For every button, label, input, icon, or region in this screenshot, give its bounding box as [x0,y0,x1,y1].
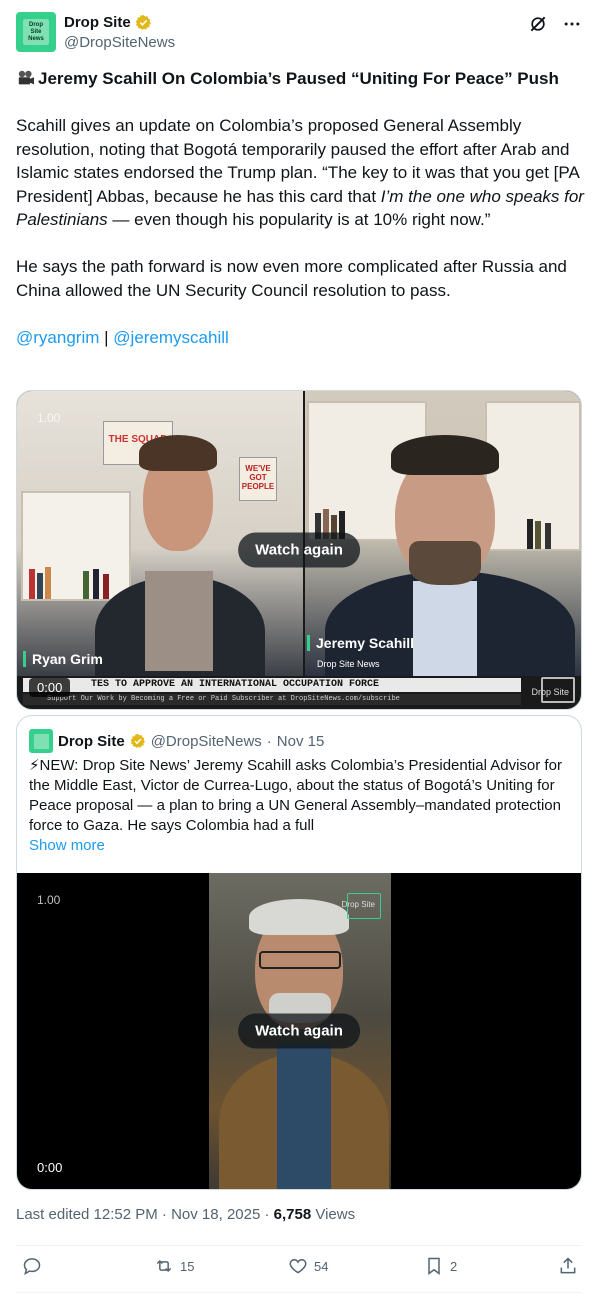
repost-button[interactable]: 15 [154,1256,194,1276]
mentions-line: @ryangrim | @jeremyscahill [16,326,586,350]
quoted-handle: @DropSiteNews [150,732,262,750]
views-count: 6,758 [273,1206,312,1223]
verified-badge-icon [135,14,151,30]
bookshelf-right-2 [485,401,581,551]
poster-weve-got-people: WE'VE GOT PEOPLE [239,457,277,501]
video-player-2[interactable]: Drop Site 1.00 Watch again 0:00 [17,873,581,1189]
post-header: Drop Site News Drop Site @DropSiteNews [16,12,582,56]
action-bar: 15 54 2 [16,1256,582,1282]
body-paragraph-1: Scahill gives an update on Colombia’s pr… [16,116,584,229]
mention-ryangrim[interactable]: @ryangrim [16,328,99,347]
reply-icon [23,1258,41,1276]
glasses [259,951,341,969]
video-player-1[interactable]: THE SQUAD WE'VE GOT PEOPLE Ryan Grim Jer… [16,390,582,710]
shirt [145,571,213,671]
video-2-time: 0:00 [29,1158,71,1177]
video-watermark: Drop Site [531,687,569,697]
post-body: Scahill gives an update on Colombia’s pr… [16,114,586,373]
body-paragraph-2: He says the path forward is now even mor… [16,257,567,300]
watch-again-button[interactable]: Watch again [238,532,360,568]
more-icon[interactable] [562,14,582,34]
bookmark-button[interactable]: 2 [424,1256,457,1276]
shirt-blue [413,581,477,676]
film-camera-icon [18,70,34,85]
quoted-header: Drop Site @DropSiteNews · Nov 15 [29,729,324,753]
bookmark-icon [428,1257,440,1275]
hair-white [249,899,349,935]
bookmark-count: 2 [450,1258,458,1274]
edited-timestamp[interactable]: Last edited 12:52 PM · Nov 18, 2025 · [16,1206,274,1223]
post-meta: Last edited 12:52 PM · Nov 18, 2025 · 6,… [16,1206,355,1223]
playback-speed: 1.00 [37,411,61,425]
like-button[interactable]: 54 [288,1256,328,1276]
news-ticker: TES TO APPROVE AN INTERNATIONAL OCCUPATI… [23,678,521,692]
lower-third-jeremy-scahill: Jeremy Scahill [307,635,414,651]
hair-dark [391,435,499,475]
lower-third-subtitle: Drop Site News [317,659,380,669]
author-block: Drop Site @DropSiteNews [64,12,175,52]
author-avatar[interactable]: Drop Site News [16,12,56,52]
avatar-logo: Drop Site News [23,19,49,45]
video-2-watermark: Drop Site [341,900,375,909]
quoted-post[interactable]: Drop Site @DropSiteNews · Nov 15 ⚡NEW: D… [16,715,582,1190]
playback-speed-2: 1.00 [37,893,61,907]
meta-dot: · [266,732,272,750]
quoted-display-name: Drop Site [58,732,125,750]
divider [16,1245,582,1246]
post-title: Jeremy Scahill On Colombia’s Paused “Uni… [38,69,559,88]
quoted-avatar [29,729,53,753]
heart-icon [289,1258,307,1274]
bookshelf [21,491,131,601]
like-count: 54 [314,1258,329,1274]
video-time: 0:00 [29,678,71,697]
share-button[interactable] [558,1256,578,1276]
post-title-line: Jeremy Scahill On Colombia’s Paused “Uni… [16,68,582,90]
scarf [277,1043,331,1189]
grok-icon[interactable] [528,14,548,34]
views-label: Views [311,1206,356,1223]
author-handle[interactable]: @DropSiteNews [64,34,175,51]
mention-jeremyscahill[interactable]: @jeremyscahill [113,328,229,347]
author-display-name[interactable]: Drop Site [64,14,131,31]
beard [409,541,481,585]
quoted-text: ⚡NEW: Drop Site News’ Jeremy Scahill ask… [29,757,562,834]
quoted-date: Nov 15 [276,732,325,750]
repost-icon [156,1259,172,1273]
hair [139,435,217,471]
lower-third-ryan-grim: Ryan Grim [23,651,103,667]
news-ticker-subscribe: Support Our Work by Becoming a Free or P… [23,694,521,705]
show-more-link[interactable]: Show more [29,837,105,854]
mention-separator: | [104,327,109,347]
verified-badge-icon [130,734,145,748]
watch-again-button-2[interactable]: Watch again [238,1013,360,1049]
repost-count: 15 [180,1258,195,1274]
share-icon [560,1257,576,1274]
reply-button[interactable] [22,1256,48,1276]
